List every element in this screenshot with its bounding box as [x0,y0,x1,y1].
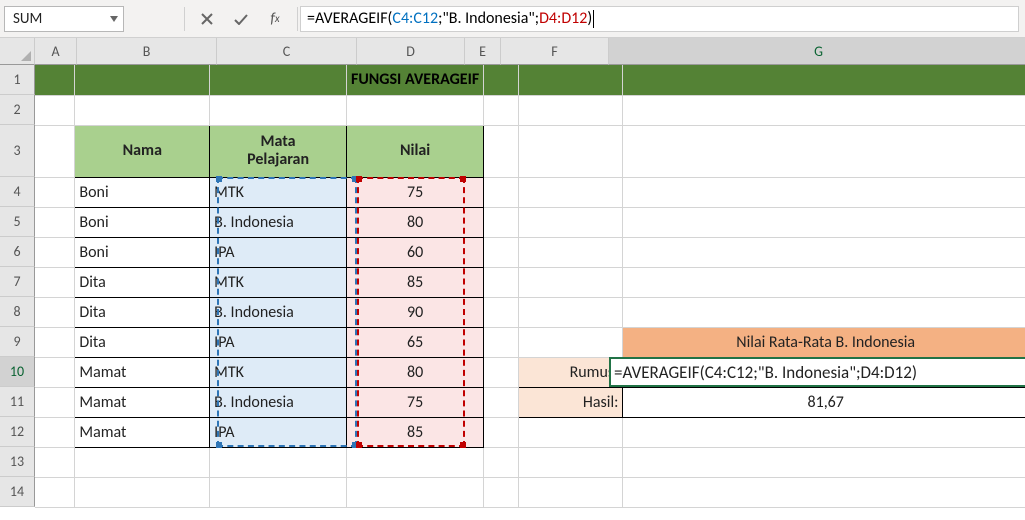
cell[interactable]: Boni [75,237,210,267]
spreadsheet-grid[interactable]: 1 2 3 4 5 6 7 8 9 10 11 12 13 14 A B C D… [0,38,1025,520]
hasil-value[interactable]: 81,67 [623,387,1025,417]
row-header[interactable]: 3 [0,125,35,177]
row-header[interactable]: 13 [0,447,35,477]
formula-buttons: fx [187,9,295,29]
formula-string: "B. Indonesia" [442,9,534,28]
table-row: Nama Mata Pelajaran Nilai [35,125,1025,177]
title-cell[interactable]: FUNGSI AVERAGEIF [346,65,483,95]
cell[interactable]: B. Indonesia [210,387,347,417]
cell[interactable]: B. Indonesia [210,297,347,327]
cell[interactable]: Dita [75,297,210,327]
row-header[interactable]: 14 [0,477,35,507]
table-row [35,477,1025,507]
table-row: MamatB. Indonesia75 Hasil: 81,67 [35,387,1025,417]
cell[interactable]: Boni [75,177,210,207]
cell[interactable]: 80 [346,357,483,387]
table-row: BoniMTK75 [35,177,1025,207]
header-mapel-text: Mata Pelajaran [247,132,309,169]
column-header[interactable]: E [465,38,501,65]
cell[interactable]: 75 [346,387,483,417]
header-nilai[interactable]: Nilai [346,125,483,177]
row-header[interactable]: 1 [0,65,35,95]
header-mapel[interactable]: Mata Pelajaran [210,125,347,177]
cell[interactable]: 60 [346,237,483,267]
fx-icon[interactable]: fx [265,9,285,29]
cell[interactable]: 90 [346,297,483,327]
cell[interactable]: 75 [346,177,483,207]
cell[interactable]: Boni [75,207,210,237]
table-row: BoniIPA60 [35,237,1025,267]
row-header[interactable]: 7 [0,267,35,297]
cell[interactable]: MTK [210,357,347,387]
row-header[interactable]: 4 [0,177,35,207]
result-header[interactable]: Nilai Rata-Rata B. Indonesia [623,327,1025,357]
cell[interactable]: MTK [210,177,347,207]
table-row [35,95,1025,125]
cell[interactable]: B. Indonesia [210,207,347,237]
row-header[interactable]: 9 [0,327,35,357]
formula-close: ) [587,9,592,28]
enter-icon[interactable] [231,9,251,29]
cancel-icon[interactable] [197,9,217,29]
table-row: BoniB. Indonesia80 [35,207,1025,237]
formula-range1: C4:C12 [392,9,438,28]
row-header[interactable]: 12 [0,417,35,447]
row-header[interactable]: 10 [0,357,35,387]
row-header[interactable]: 2 [0,95,35,125]
row-header[interactable]: 11 [0,387,35,417]
sheet-title: FUNGSI AVERAGEIF [351,70,479,89]
formula-input[interactable]: =AVERAGEIF(C4:C12;"B. Indonesia";D4:D12) [300,6,1019,32]
formula-func: AVERAGEIF [315,9,388,28]
text-caret [593,10,594,28]
header-nama[interactable]: Nama [75,125,210,177]
row-header[interactable]: 5 [0,207,35,237]
table-row: MamatIPA85 [35,417,1025,447]
sheet-table[interactable]: FUNGSI AVERAGEIF Nama Mata Pelajaran Nil… [35,65,1025,508]
cell[interactable]: 85 [346,267,483,297]
cell[interactable]: Dita [75,267,210,297]
hasil-label[interactable]: Hasil: [518,387,623,417]
table-row: DitaMTK85 [35,267,1025,297]
column-header[interactable]: F [501,38,609,65]
table-row: FUNGSI AVERAGEIF [35,65,1025,95]
row-header[interactable]: 8 [0,297,35,327]
cell[interactable]: MTK [210,267,347,297]
name-box[interactable]: SUM [4,6,124,32]
name-box-value: SUM [13,10,109,28]
column-header[interactable]: C [217,38,357,65]
rumus-label[interactable]: Rumus: [518,357,623,387]
cell[interactable]: IPA [210,237,347,267]
formula-range2: D4:D12 [539,9,587,28]
chevron-down-icon[interactable] [109,14,119,24]
row-headers: 1 2 3 4 5 6 7 8 9 10 11 12 13 14 [0,65,35,507]
cell[interactable]: IPA [210,417,347,447]
cell[interactable]: Mamat [75,387,210,417]
table-row: MamatMTK80 Rumus: [35,357,1025,387]
cell[interactable]: Mamat [75,417,210,447]
cell[interactable]: Mamat [75,357,210,387]
cell[interactable]: 80 [346,207,483,237]
rumus-value[interactable] [623,357,1025,387]
column-header[interactable]: A [35,38,77,65]
column-headers: A B C D E F G [35,38,1025,65]
formula-bar: SUM fx =AVERAGEIF(C4:C12;"B. Indonesia";… [0,0,1025,38]
formula-eq: = [307,9,315,28]
column-header[interactable]: G [609,38,1025,65]
cell[interactable]: 65 [346,327,483,357]
table-row: DitaB. Indonesia90 [35,297,1025,327]
select-all-corner[interactable] [0,38,35,65]
cell[interactable]: 85 [346,417,483,447]
cell[interactable]: IPA [210,327,347,357]
row-header[interactable]: 6 [0,237,35,267]
cell[interactable]: Dita [75,327,210,357]
column-header[interactable]: B [77,38,217,65]
table-row [35,447,1025,477]
cells-area[interactable]: FUNGSI AVERAGEIF Nama Mata Pelajaran Nil… [35,65,1025,508]
column-header[interactable]: D [357,38,465,65]
table-row: DitaIPA65 Nilai Rata-Rata B. Indonesia [35,327,1025,357]
